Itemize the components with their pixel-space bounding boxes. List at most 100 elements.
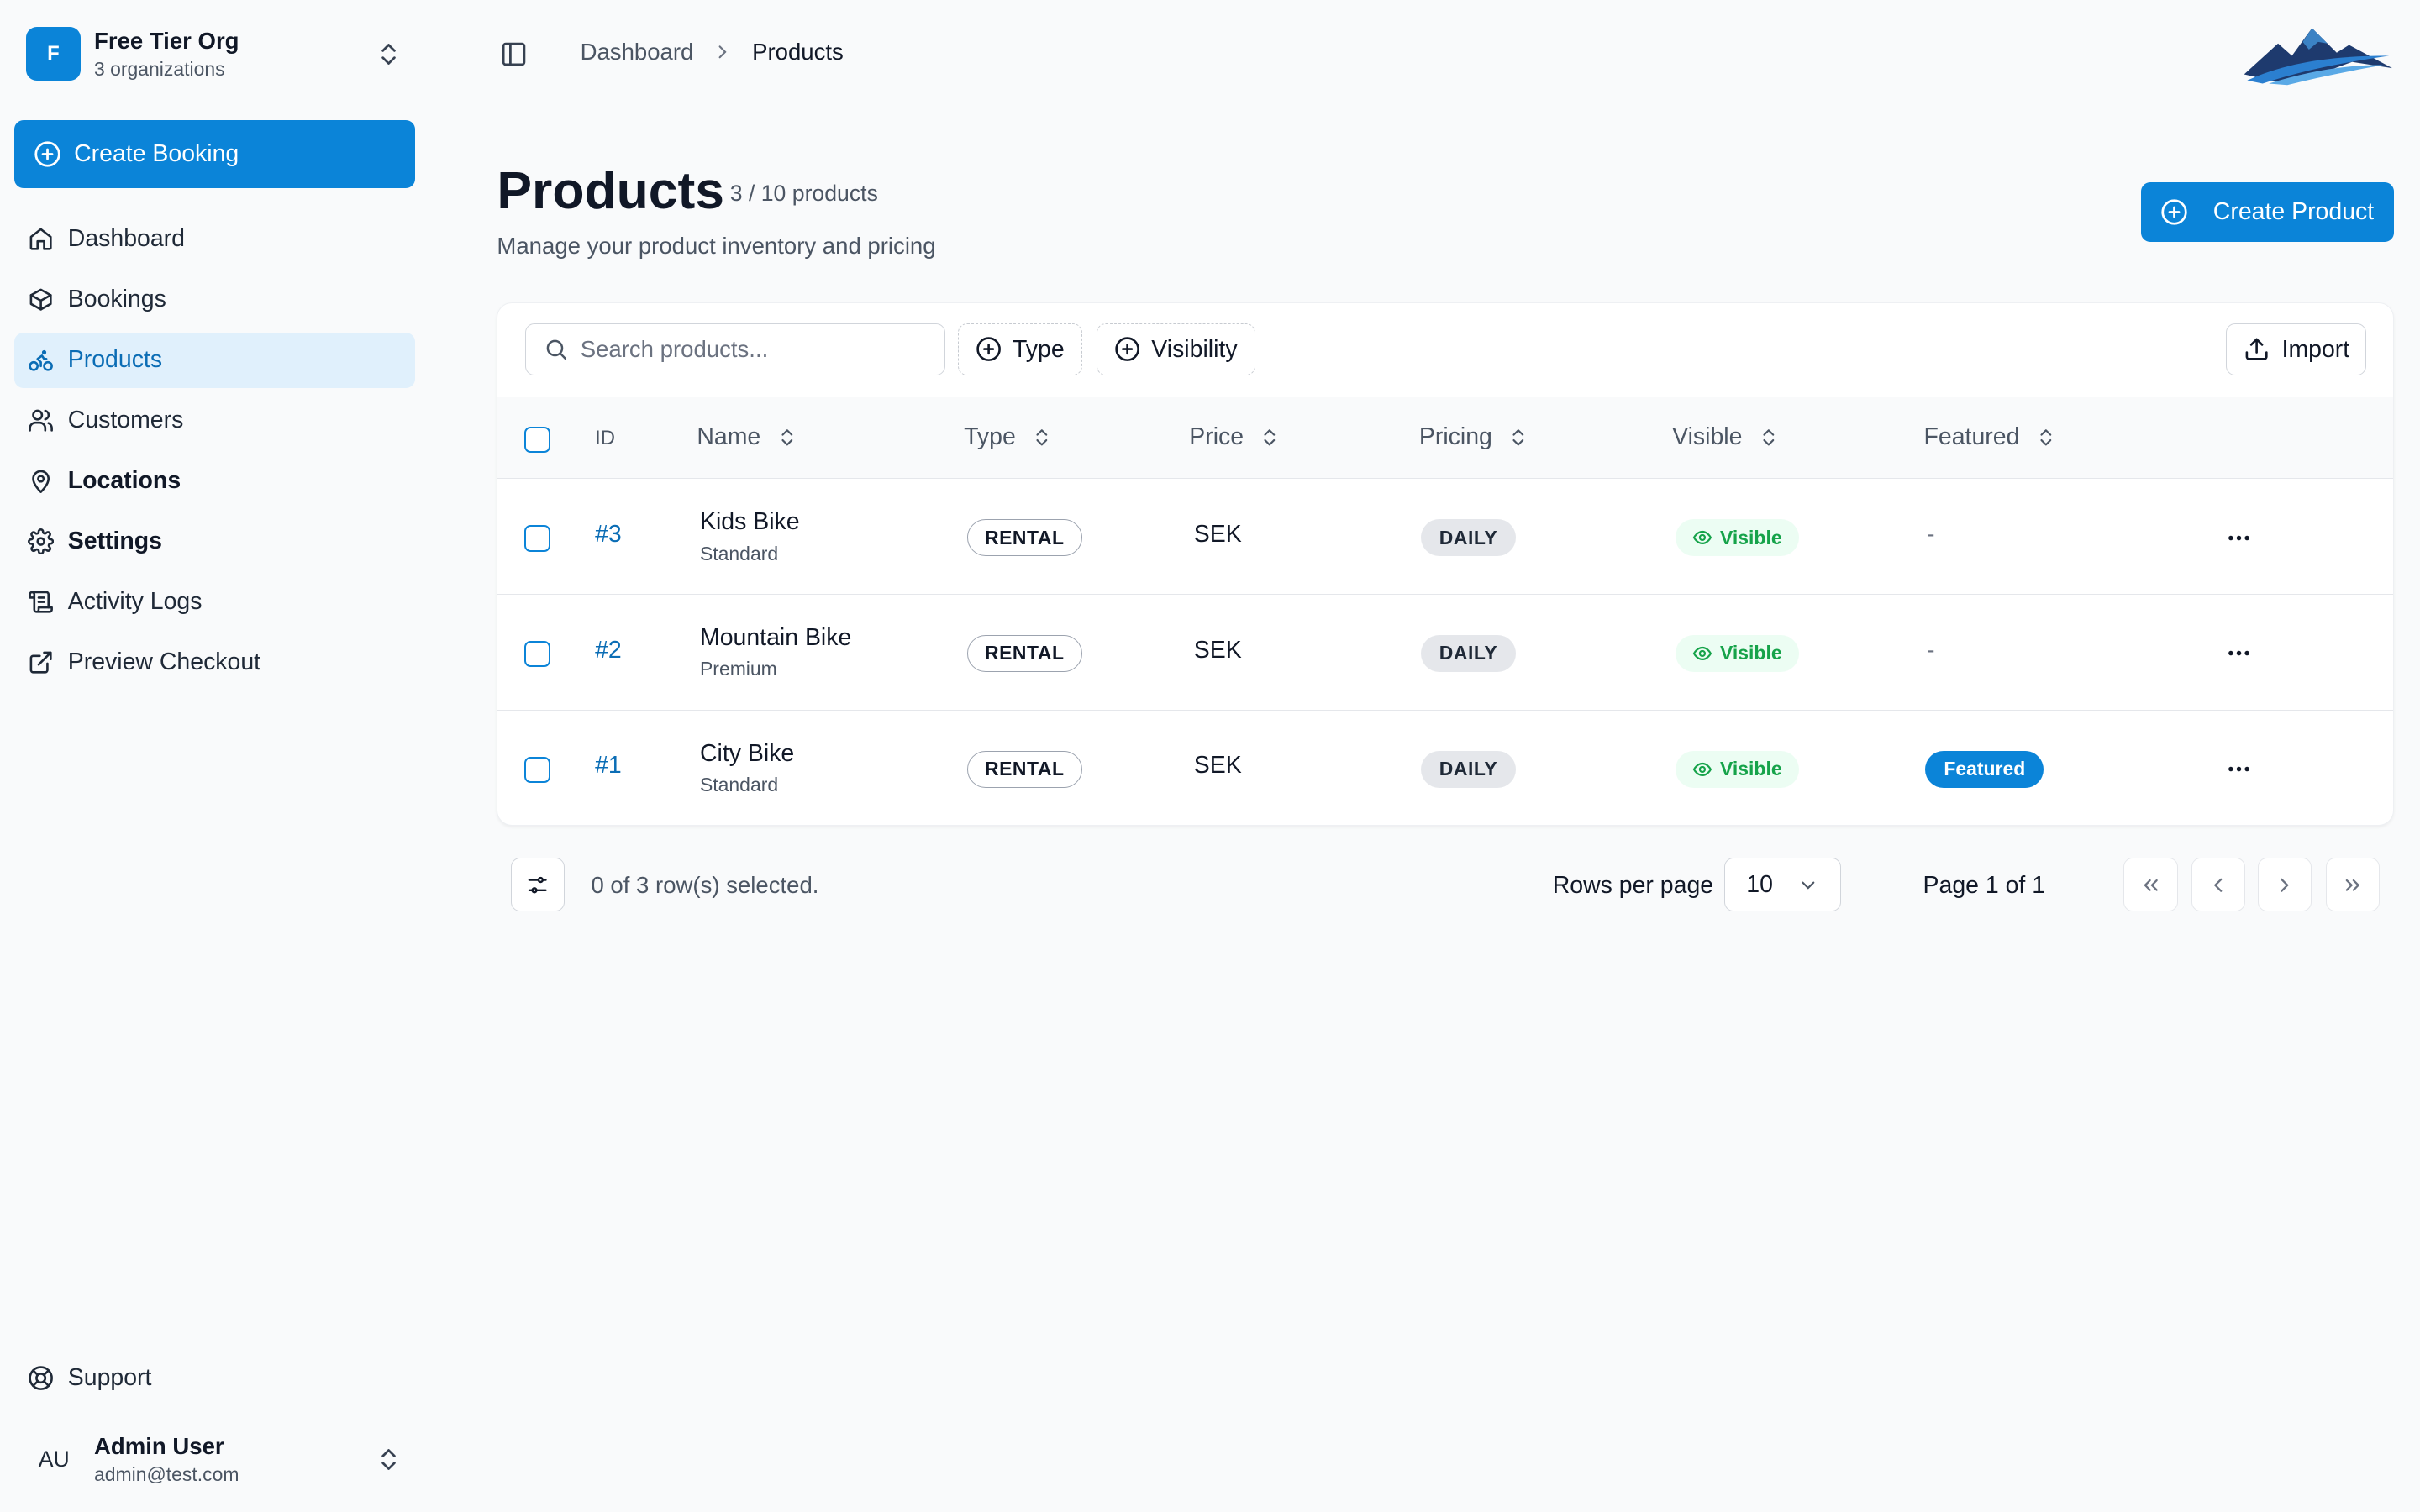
filter-type-button[interactable]: Type bbox=[957, 323, 1082, 376]
row-checkbox[interactable] bbox=[523, 525, 550, 552]
create-product-button[interactable]: Create Product bbox=[2140, 181, 2394, 243]
select-all-checkbox[interactable] bbox=[523, 426, 550, 454]
chevron-left-icon bbox=[2214, 878, 2223, 892]
sidebar-item-label: Customers bbox=[67, 407, 184, 434]
user-email: admin@test.com bbox=[94, 1463, 239, 1486]
product-id-link[interactable]: #3 bbox=[595, 521, 622, 549]
sort-icon bbox=[2040, 429, 2052, 446]
product-price: SEK bbox=[1193, 752, 1242, 780]
search-input[interactable] bbox=[580, 336, 920, 364]
product-tier: Premium bbox=[700, 658, 777, 680]
table-row[interactable]: #2 Mountain Bike Premium RENTAL SEK DAIL… bbox=[497, 595, 2393, 711]
filter-visibility-label: Visibility bbox=[1151, 335, 1238, 363]
scroll-icon bbox=[29, 591, 53, 613]
org-switcher[interactable]: F Free Tier Org 3 organizations bbox=[26, 26, 415, 81]
product-tier: Standard bbox=[700, 542, 779, 564]
sidebar-item-label: Products bbox=[67, 346, 163, 374]
sidebar-item-label: Locations bbox=[67, 467, 182, 495]
external-link-icon bbox=[29, 651, 52, 674]
previous-page-button[interactable] bbox=[2191, 858, 2246, 912]
product-name: Mountain Bike bbox=[700, 624, 852, 651]
more-horizontal-icon[interactable] bbox=[2225, 524, 2253, 552]
sidebar-item-settings[interactable]: Settings bbox=[14, 514, 416, 570]
view-options-button[interactable] bbox=[510, 858, 566, 912]
org-subtitle: 3 organizations bbox=[94, 57, 225, 80]
sort-icon bbox=[1763, 429, 1775, 446]
product-price: SEK bbox=[1193, 636, 1242, 664]
org-name: Free Tier Org bbox=[94, 28, 239, 55]
sliders-icon bbox=[529, 876, 548, 894]
breadcrumb: Dashboard Products bbox=[581, 39, 844, 66]
rows-per-page-select[interactable]: 10 bbox=[1723, 858, 1842, 912]
create-product-label: Create Product bbox=[2212, 198, 2375, 226]
product-name: Kids Bike bbox=[700, 508, 800, 536]
sidebar-item-locations[interactable]: Locations bbox=[14, 454, 416, 509]
more-horizontal-icon[interactable] bbox=[2225, 755, 2253, 783]
last-page-button[interactable] bbox=[2325, 858, 2381, 912]
top-header: Dashboard Products bbox=[471, 0, 2420, 108]
next-page-button[interactable] bbox=[2258, 858, 2312, 912]
column-price[interactable]: Price bbox=[1189, 423, 1281, 451]
support-label: Support bbox=[67, 1363, 152, 1391]
column-visible[interactable]: Visible bbox=[1672, 423, 1779, 451]
avatar: AU bbox=[38, 1446, 70, 1472]
box-icon bbox=[29, 288, 52, 311]
gear-icon bbox=[28, 528, 55, 555]
chevron-down-icon bbox=[1802, 881, 1815, 890]
chevron-right-icon bbox=[712, 41, 734, 63]
sidebar-item-support[interactable]: Support bbox=[14, 1350, 416, 1405]
table-header: ID Name Type Price Pricing Visible Featu… bbox=[497, 397, 2393, 480]
product-price: SEK bbox=[1193, 520, 1242, 548]
column-name[interactable]: Name bbox=[697, 423, 797, 451]
user-name: Admin User bbox=[94, 1433, 224, 1460]
upload-icon bbox=[2245, 339, 2268, 361]
user-menu[interactable]: AU Admin User admin@test.com bbox=[26, 1427, 415, 1492]
plus-circle-icon bbox=[1115, 337, 1140, 362]
plus-circle-icon bbox=[976, 337, 1001, 362]
create-booking-button[interactable]: Create Booking bbox=[13, 120, 416, 189]
sidebar-toggle-icon[interactable] bbox=[500, 40, 528, 68]
table-row[interactable]: #3 Kids Bike Standard RENTAL SEK DAILY V… bbox=[497, 479, 2393, 596]
sidebar-item-activity-logs[interactable]: Activity Logs bbox=[14, 575, 416, 630]
create-booking-label: Create Booking bbox=[74, 140, 239, 168]
sidebar-item-label: Activity Logs bbox=[67, 588, 203, 616]
type-badge: RENTAL bbox=[966, 634, 1082, 672]
row-checkbox[interactable] bbox=[523, 641, 550, 668]
sidebar-item-customers[interactable]: Customers bbox=[14, 393, 416, 449]
filter-visibility-button[interactable]: Visibility bbox=[1097, 323, 1255, 376]
visible-badge: Visible bbox=[1675, 519, 1799, 557]
product-name: City Bike bbox=[700, 739, 795, 767]
chevrons-up-down-icon bbox=[381, 43, 397, 65]
breadcrumb-current: Products bbox=[752, 38, 844, 65]
product-id-link[interactable]: #1 bbox=[595, 752, 622, 780]
sidebar-item-products[interactable]: Products bbox=[13, 332, 416, 388]
column-featured[interactable]: Featured bbox=[1924, 423, 2057, 451]
product-id-link[interactable]: #2 bbox=[595, 637, 622, 664]
sidebar-item-label: Dashboard bbox=[67, 225, 185, 253]
eye-icon bbox=[1692, 531, 1712, 545]
product-count: 3 / 10 products bbox=[729, 180, 878, 206]
type-badge: RENTAL bbox=[966, 519, 1082, 557]
column-id: ID bbox=[595, 426, 615, 449]
sidebar-item-preview-checkout[interactable]: Preview Checkout bbox=[14, 635, 416, 690]
sidebar-item-dashboard[interactable]: Dashboard bbox=[14, 212, 416, 267]
page-indicator: Page 1 of 1 bbox=[1923, 871, 2046, 899]
sidebar-item-bookings[interactable]: Bookings bbox=[14, 272, 416, 328]
pricing-badge: DAILY bbox=[1420, 750, 1517, 788]
column-pricing[interactable]: Pricing bbox=[1419, 423, 1529, 451]
search-box[interactable] bbox=[525, 323, 946, 376]
map-pin-icon bbox=[32, 470, 50, 493]
featured-empty: - bbox=[1927, 520, 1935, 547]
eye-icon bbox=[1692, 646, 1712, 660]
table-row[interactable]: #1 City Bike Standard RENTAL SEK DAILY V… bbox=[497, 711, 2392, 825]
sidebar-item-label: Bookings bbox=[67, 286, 166, 313]
column-type[interactable]: Type bbox=[964, 423, 1053, 451]
org-avatar: F bbox=[26, 27, 81, 81]
chevron-right-icon bbox=[2281, 878, 2290, 892]
breadcrumb-dashboard[interactable]: Dashboard bbox=[581, 39, 694, 66]
more-horizontal-icon[interactable] bbox=[2225, 639, 2253, 667]
import-button[interactable]: Import bbox=[2226, 323, 2367, 376]
first-page-button[interactable] bbox=[2123, 858, 2178, 912]
row-checkbox[interactable] bbox=[523, 756, 550, 784]
home-icon bbox=[29, 228, 52, 250]
